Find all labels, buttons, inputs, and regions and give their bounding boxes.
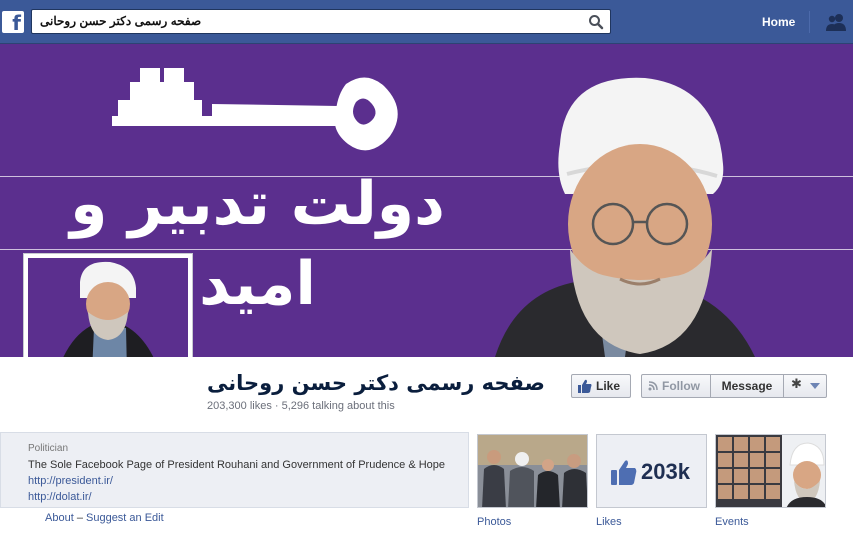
website-link-president[interactable]: http://president.ir/ bbox=[28, 475, 113, 487]
page-category: Politician bbox=[28, 443, 69, 454]
events-thumbnail-image bbox=[716, 435, 825, 507]
about-separator: – bbox=[76, 512, 83, 524]
events-label[interactable]: Events bbox=[715, 516, 749, 528]
message-button[interactable]: Message bbox=[710, 374, 784, 398]
page-stats: 203,300 likes · 5,296 talking about this bbox=[207, 400, 395, 412]
search-value: صفحه رسمی دکتر حسن روحانی bbox=[40, 14, 202, 28]
settings-dropdown-button[interactable]: ✱ bbox=[783, 374, 827, 398]
about-links: About – Suggest an Edit bbox=[45, 512, 164, 524]
rouhani-portrait-image bbox=[495, 77, 755, 357]
key-graphic-icon bbox=[112, 68, 398, 151]
follow-button[interactable]: Follow bbox=[641, 374, 711, 398]
home-link[interactable]: Home bbox=[762, 15, 795, 29]
photos-tile[interactable] bbox=[477, 434, 588, 508]
top-bar: f صفحه رسمی دکتر حسن روحانی Home bbox=[0, 0, 853, 44]
gear-icon: ✱ bbox=[791, 377, 802, 392]
search-icon[interactable] bbox=[588, 14, 604, 30]
page-header: صفحه رسمی دکتر حسن روحانی 203,300 likes … bbox=[0, 357, 853, 432]
friend-requests-icon[interactable] bbox=[824, 12, 848, 32]
photos-thumbnail-image bbox=[478, 435, 587, 507]
facebook-logo-icon[interactable]: f bbox=[2, 11, 24, 35]
like-button[interactable]: Like bbox=[571, 374, 631, 398]
website-link-dolat[interactable]: http://dolat.ir/ bbox=[28, 491, 92, 503]
follow-label: Follow bbox=[662, 379, 700, 393]
about-link[interactable]: About bbox=[45, 512, 74, 524]
photos-label[interactable]: Photos bbox=[477, 516, 511, 528]
topbar-divider bbox=[809, 11, 810, 33]
page-title: صفحه رسمی دکتر حسن روحانی bbox=[207, 371, 545, 395]
suggest-edit-link[interactable]: Suggest an Edit bbox=[86, 512, 164, 524]
search-input[interactable]: صفحه رسمی دکتر حسن روحانی bbox=[31, 9, 611, 34]
page-description: The Sole Facebook Page of President Rouh… bbox=[28, 459, 446, 471]
message-label: Message bbox=[721, 379, 773, 393]
facebook-page: f صفحه رسمی دکتر حسن روحانی Home دولت تد… bbox=[0, 0, 853, 544]
follow-rss-icon bbox=[648, 381, 658, 391]
chevron-down-icon bbox=[810, 383, 820, 389]
thumbs-up-icon bbox=[611, 460, 637, 485]
likes-label[interactable]: Likes bbox=[596, 516, 622, 528]
likes-count: 203k bbox=[641, 459, 690, 484]
about-box: Politician The Sole Facebook Page of Pre… bbox=[0, 432, 469, 508]
likes-tile[interactable]: 203k bbox=[596, 434, 707, 508]
thumbs-up-icon bbox=[578, 379, 592, 393]
events-tile[interactable] bbox=[715, 434, 826, 508]
like-label: Like bbox=[596, 379, 621, 393]
